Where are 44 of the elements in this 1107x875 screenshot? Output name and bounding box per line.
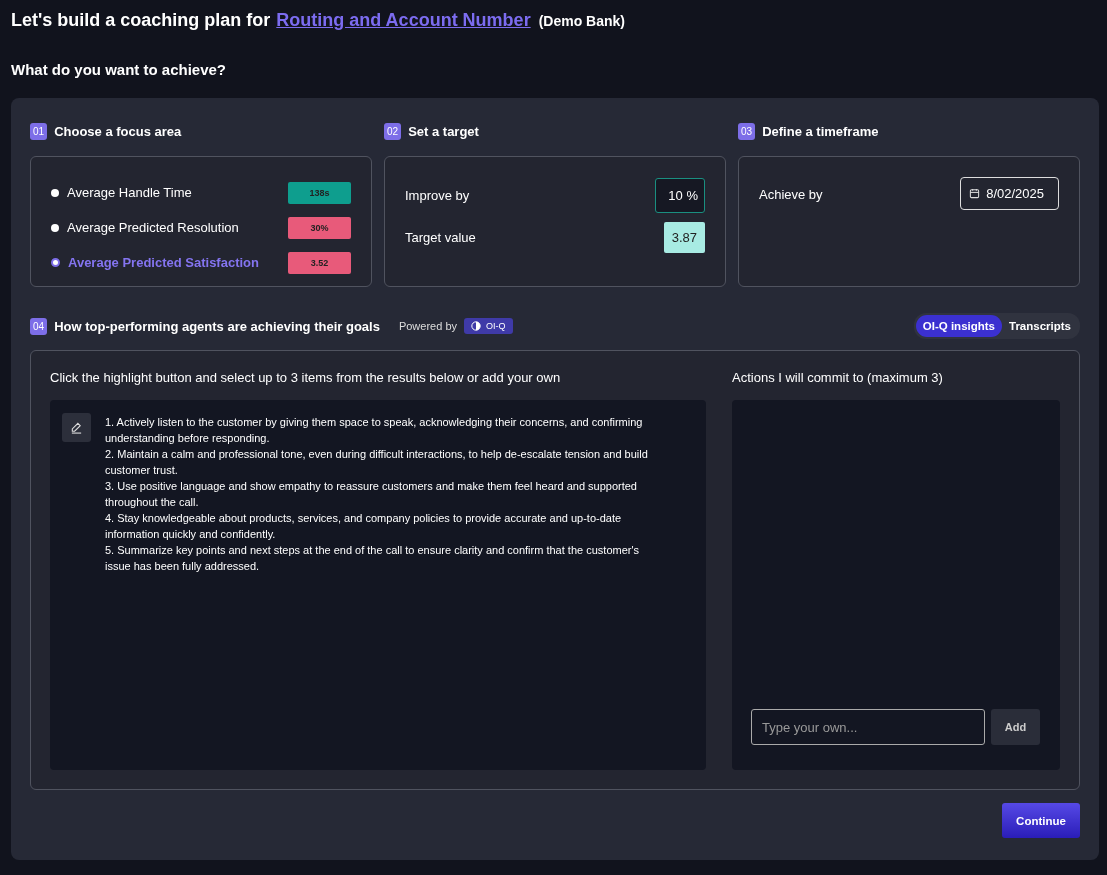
step-title: Set a target — [408, 123, 479, 139]
actions-title: Actions I will commit to (maximum 3) — [732, 370, 944, 387]
view-tab[interactable]: Transcripts — [1002, 315, 1078, 337]
focus-option-label[interactable]: Average Handle Time — [67, 185, 288, 200]
result-item[interactable]: 4. Stay knowledgeable about products, services, and company policies to provide accurate and up-to-date information quickly and confidently. — [105, 510, 665, 542]
add-button[interactable]: Add — [991, 709, 1040, 745]
view-tab[interactable]: OI-Q insights — [915, 315, 1002, 337]
plan-link[interactable]: Routing and Account Number — [276, 10, 531, 31]
instructions-text: Click the highlight button and select up to 3 items from the results below or add your own — [50, 370, 562, 387]
date-field[interactable]: 8/02/2025 — [960, 177, 1059, 210]
page-title: Let's build a coaching plan for — [11, 10, 271, 31]
focus-option-label[interactable]: Average Predicted Resolution — [67, 220, 288, 235]
result-item[interactable]: 2. Maintain a calm and professional tone, even during difficult interactions, to help de-escalate tension and build customer trust. — [105, 446, 665, 478]
step-number-badge: 03 — [738, 122, 756, 140]
focus-option-label[interactable]: Average Predicted Satisfaction — [68, 255, 288, 270]
continue-button[interactable]: Continue — [1002, 803, 1080, 838]
step-number-badge: 02 — [384, 122, 402, 140]
result-item[interactable]: 5. Summarize key points and next steps at the end of the call to ensure clarity and confirm that the customer's issue has been fully addressed. — [105, 542, 665, 574]
step-number-badge: 01 — [30, 122, 48, 140]
step-title: Define a timeframe — [762, 123, 879, 139]
pencil-icon — [70, 421, 83, 434]
step-title: Choose a focus area — [54, 123, 182, 139]
step-title: How top-performing agents are achieving their goals — [54, 318, 380, 334]
step-number-badge: 04 — [30, 317, 48, 335]
improve-label: Improve by — [405, 187, 470, 203]
bank-name: (Demo Bank) — [538, 13, 625, 29]
improve-field[interactable]: 10 % — [655, 177, 705, 213]
highlight-button[interactable] — [62, 413, 91, 442]
target-label: Target value — [405, 229, 476, 245]
radio-button[interactable] — [51, 188, 59, 197]
powered-by-label: Powered by — [398, 320, 457, 332]
achieve-by-label: Achieve by — [759, 186, 823, 202]
section-question: What do you want to achieve? — [11, 61, 228, 79]
radio-button[interactable] — [51, 258, 60, 267]
result-item[interactable]: 1. Actively listen to the customer by giving them space to speak, acknowledging their concerns, and confirming understanding before responding. — [105, 414, 665, 446]
own-action-field[interactable]: Type your own... — [751, 709, 985, 745]
calendar-icon — [969, 188, 981, 199]
target-value: 3.87 — [663, 221, 705, 253]
metric-value-tag: 3.52 — [288, 251, 351, 274]
metric-value-tag: 138s — [288, 181, 351, 204]
radio-button[interactable] — [51, 223, 59, 232]
metric-value-tag: 30% — [288, 216, 351, 239]
result-item[interactable]: 3. Use positive language and show empathy to reassure customers and make them feel heard and supported throughout the call. — [105, 478, 665, 510]
brand-badge: OI-Q — [464, 318, 513, 334]
